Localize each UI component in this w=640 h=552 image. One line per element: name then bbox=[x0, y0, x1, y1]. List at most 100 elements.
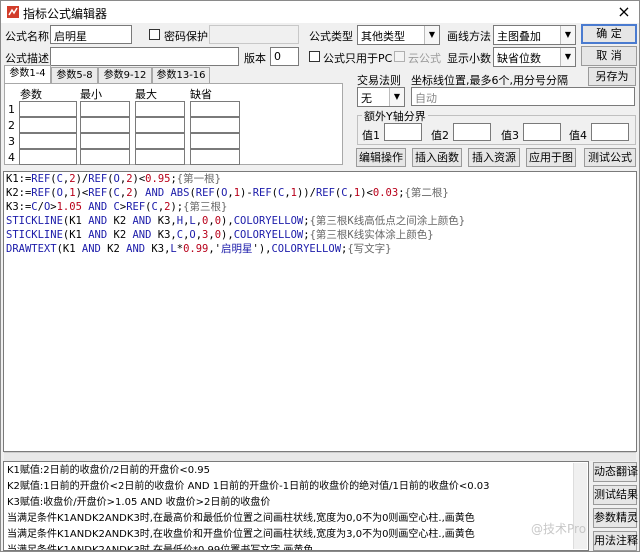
code-token: K2 bbox=[107, 229, 133, 241]
param-table: 参数 最小 最大 缺省 1 2 3 4 bbox=[4, 83, 343, 165]
param-cell[interactable] bbox=[190, 149, 240, 165]
cancel-button[interactable]: 取 消 bbox=[581, 46, 637, 66]
code-token: REF bbox=[195, 187, 215, 199]
param-cell[interactable] bbox=[19, 133, 77, 149]
code-token: ), bbox=[221, 229, 234, 241]
param-cell[interactable] bbox=[190, 101, 240, 117]
code-token: REF bbox=[126, 201, 146, 213]
tab-params-5-8[interactable]: 参数5-8 bbox=[51, 67, 98, 84]
name-input[interactable]: 启明星 bbox=[50, 25, 132, 44]
code-token: {第三根K线高低点之间涂上颜色} bbox=[309, 215, 466, 227]
code-token: REF bbox=[88, 187, 108, 199]
chevron-down-icon: ▼ bbox=[560, 48, 575, 66]
close-icon[interactable]: × bbox=[609, 1, 639, 23]
code-token: AND bbox=[88, 201, 108, 213]
code-line: K2:=REF(O,1)<REF(C,2) AND ABS(REF(O,1)-R… bbox=[6, 186, 634, 200]
code-token: K1:= bbox=[6, 173, 32, 185]
y2-input[interactable] bbox=[453, 123, 491, 141]
ok-button[interactable]: 确 定 bbox=[581, 24, 637, 44]
code-token: REF bbox=[31, 173, 51, 185]
default-header: 缺省 bbox=[190, 88, 212, 101]
code-line: STICKLINE(K1 AND K2 AND K3,C,O,3,0),COLO… bbox=[6, 228, 634, 242]
param-header: 参数 bbox=[20, 88, 42, 101]
watermark: @技术Pro bbox=[531, 522, 587, 536]
code-token: REF bbox=[88, 173, 108, 185]
usage-notes-button[interactable]: 用法注释 bbox=[593, 531, 638, 551]
window-title: 指标公式编辑器 bbox=[23, 7, 108, 21]
y1-input[interactable] bbox=[384, 123, 422, 141]
param-cell[interactable] bbox=[190, 117, 240, 133]
code-token: STICKLINE bbox=[6, 215, 63, 227]
y3-input[interactable] bbox=[523, 123, 561, 141]
y4-input[interactable] bbox=[591, 123, 629, 141]
translate-button[interactable]: 动态翻译 bbox=[593, 462, 638, 482]
code-token: )/ bbox=[75, 173, 89, 185]
tab-params-9-12[interactable]: 参数9-12 bbox=[98, 67, 152, 84]
save-as-button[interactable]: 另存为 bbox=[588, 67, 636, 86]
test-result-button[interactable]: 测试结果 bbox=[593, 485, 638, 505]
code-editor[interactable]: K1:=REF(C,2)/REF(O,2)<0.95;{第一根} K2:=REF(… bbox=[3, 171, 637, 452]
param-cell[interactable] bbox=[19, 149, 77, 165]
param-cell[interactable] bbox=[19, 117, 77, 133]
code-token: )- bbox=[240, 187, 253, 199]
tab-params-13-16[interactable]: 参数13-16 bbox=[152, 67, 210, 84]
code-token: K3, bbox=[151, 215, 177, 227]
param-cell[interactable] bbox=[80, 101, 130, 117]
code-token: 1.05 bbox=[56, 201, 82, 213]
code-token: ABS bbox=[170, 187, 190, 199]
code-token: AND bbox=[88, 229, 108, 241]
edit-ops-button[interactable]: 编辑操作 bbox=[356, 148, 406, 167]
param-cell[interactable] bbox=[190, 133, 240, 149]
type-label: 公式类型 bbox=[309, 30, 353, 43]
test-formula-button[interactable]: 测试公式 bbox=[584, 148, 636, 167]
code-token: ); bbox=[170, 201, 184, 213]
insert-function-button[interactable]: 插入函数 bbox=[412, 148, 462, 167]
param-cell[interactable] bbox=[80, 133, 130, 149]
param-cell[interactable] bbox=[80, 149, 130, 165]
coord-input[interactable]: 自动 bbox=[411, 87, 635, 106]
code-token: (K1 bbox=[56, 243, 82, 255]
code-token: {第三根} bbox=[183, 201, 228, 213]
param-cell[interactable] bbox=[135, 101, 185, 117]
translation-line: K1赋值:2日前的收盘价/2日前的开盘价<0.95 bbox=[7, 465, 211, 476]
param-cell[interactable] bbox=[135, 133, 185, 149]
y-axis-title: 额外Y轴分界 bbox=[362, 108, 428, 124]
code-token: ), bbox=[221, 215, 234, 227]
param-cell[interactable] bbox=[80, 117, 130, 133]
desc-input[interactable] bbox=[50, 47, 239, 66]
apply-to-chart-button[interactable]: 应用于图 bbox=[526, 148, 576, 167]
type-select[interactable]: 其他类型 ▼ bbox=[357, 25, 440, 45]
trade-label: 交易法则 bbox=[357, 74, 401, 87]
code-token: ) bbox=[132, 187, 146, 199]
password-checkbox[interactable] bbox=[149, 29, 160, 40]
tab-params-1-4[interactable]: 参数1-4 bbox=[4, 65, 51, 84]
min-header: 最小 bbox=[80, 88, 102, 101]
draw-select[interactable]: 主图叠加 ▼ bbox=[493, 25, 576, 45]
trade-select[interactable]: 无 ▼ bbox=[357, 87, 405, 107]
code-token: AND bbox=[132, 215, 152, 227]
translation-output: K1赋值:2日前的收盘价/2日前的开盘价<0.95 K2赋值:1日前的开盘价<2日… bbox=[3, 461, 589, 551]
draw-value: 主图叠加 bbox=[497, 30, 541, 43]
horizontal-scrollbar[interactable] bbox=[4, 452, 636, 461]
param-cell[interactable] bbox=[135, 149, 185, 165]
param-cell[interactable] bbox=[19, 101, 77, 117]
code-token: (K1 bbox=[62, 229, 89, 241]
param-wizard-button[interactable]: 参数精灵 bbox=[593, 508, 638, 528]
cloud-checkbox bbox=[394, 51, 405, 62]
code-token: AND bbox=[88, 215, 108, 227]
translation-line: 当满足条件K1ANDK2ANDK3时,在最低价*0.99位置书写文字,画黄色 bbox=[7, 545, 314, 551]
code-token: 0.99 bbox=[183, 243, 209, 255]
app-icon bbox=[7, 6, 19, 18]
y1-label: 值1 bbox=[362, 129, 380, 142]
version-input[interactable]: 0 bbox=[270, 47, 299, 66]
version-label: 版本 bbox=[244, 52, 266, 65]
desc-label: 公式描述 bbox=[5, 52, 49, 65]
pc-only-checkbox[interactable] bbox=[309, 51, 320, 62]
param-cell[interactable] bbox=[135, 117, 185, 133]
code-token: 启明星 bbox=[221, 243, 253, 255]
decimals-select[interactable]: 缺省位数 ▼ bbox=[493, 47, 576, 67]
code-line: DRAWTEXT(K1 AND K2 AND K3,L*0.99,'启明星'),… bbox=[6, 242, 634, 256]
insert-resource-button[interactable]: 插入资源 bbox=[468, 148, 520, 167]
formula-editor-window: 指标公式编辑器 × 公式名称 启明星 密码保护 公式类型 其他类型 ▼ 画线方法 … bbox=[0, 0, 640, 552]
chevron-down-icon: ▼ bbox=[560, 26, 575, 44]
